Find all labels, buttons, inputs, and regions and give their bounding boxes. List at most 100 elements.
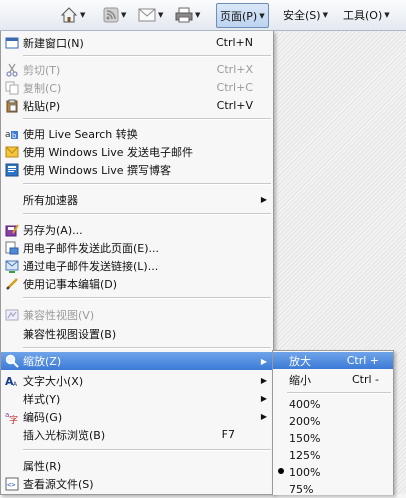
submenu-arrow-icon: ▶ [260, 356, 267, 366]
menu-item-view-source[interactable]: <> 查看源文件(S) [1, 475, 273, 492]
svg-text:b: b [12, 132, 17, 140]
menu-item-compatibility-view[interactable]: 兼容性视图(V) [1, 306, 273, 323]
menu-item-label: 文字大小(X) [23, 374, 84, 388]
shortcut-text: F7 [221, 428, 235, 441]
menu-item-paste[interactable]: 粘贴(P) Ctrl+V [1, 97, 273, 114]
view-source-icon: <> [5, 477, 19, 490]
menu-item-label: 400% [289, 398, 321, 411]
read-mail-button[interactable]: ▼ [138, 3, 163, 26]
menu-item-copy[interactable]: 复制(C) Ctrl+C [1, 79, 273, 96]
svg-text:a: a [5, 130, 11, 140]
home-icon [60, 6, 78, 22]
menu-item-label: 编码(G) [23, 410, 63, 424]
tools-menu-button[interactable]: 工具(O) ▼ [340, 3, 393, 26]
menu-item-label: 75% [289, 483, 314, 496]
print-button[interactable]: ▼ [175, 3, 200, 26]
svg-text:A: A [13, 381, 18, 388]
chevron-down-icon: ▼ [80, 10, 86, 19]
text-size-icon: AA [5, 375, 18, 388]
menu-item-label: 使用 Live Search 转换 [23, 127, 138, 141]
shortcut-text: Ctrl+N [215, 36, 253, 49]
svg-text:<>: <> [7, 481, 15, 489]
menu-item-live-blog[interactable]: 使用 Windows Live 撰写博客 [1, 161, 273, 178]
zoom-400-item[interactable]: 400% [273, 396, 393, 413]
command-bar: ▼ ▼ ▼ ▼ 页面(P) ▼ 安全(S) ▼ 工具(O) ▼ [0, 0, 406, 31]
email-page-icon [5, 241, 19, 254]
menu-separator [23, 347, 271, 349]
shortcut-text: Ctrl + [346, 354, 379, 367]
menu-item-label: 查看源文件(S) [23, 477, 94, 491]
shortcut-text: Ctrl+X [216, 63, 253, 76]
menu-item-label: 使用 Windows Live 撰写博客 [23, 163, 172, 177]
menu-item-live-email[interactable]: 使用 Windows Live 发送电子邮件 [1, 143, 273, 160]
menu-separator [23, 297, 271, 299]
menu-separator [23, 213, 271, 215]
menu-item-text-size[interactable]: AA 文字大小(X) ▶ [1, 372, 273, 389]
page-menu-button[interactable]: 页面(P) ▼ [216, 3, 269, 28]
scissors-icon [6, 63, 18, 77]
pencil-icon [6, 277, 18, 290]
windows-live-mail-icon [5, 146, 19, 157]
menu-item-caret-browsing[interactable]: 插入光标浏览(B) F7 [1, 426, 273, 443]
menu-item-label: 200% [289, 415, 321, 428]
menu-separator [23, 183, 271, 185]
new-window-icon [5, 37, 19, 48]
menu-item-save-as[interactable]: 另存为(A)... [1, 221, 273, 238]
shortcut-text: Ctrl+C [216, 81, 253, 94]
safety-menu-label: 安全(S) [283, 8, 321, 22]
feeds-button[interactable]: ▼ [103, 3, 126, 26]
menu-item-email-page[interactable]: 用电子邮件发送此页面(E)... [1, 239, 273, 256]
home-button[interactable]: ▼ [60, 3, 85, 26]
selected-bullet-icon [278, 468, 284, 474]
menu-item-compatibility-settings[interactable]: 兼容性视图设置(B) [1, 325, 273, 342]
menu-item-live-search-translate[interactable]: ab 使用 Live Search 转换 [1, 125, 273, 142]
menu-item-zoom[interactable]: 缩放(Z) ▶ [1, 352, 273, 370]
menu-item-label: 用电子邮件发送此页面(E)... [23, 241, 160, 255]
compatibility-view-icon [5, 309, 19, 320]
menu-separator [23, 118, 271, 120]
submenu-arrow-icon: ▶ [260, 376, 267, 385]
zoom-out-item[interactable]: 缩小 Ctrl - [273, 371, 393, 388]
copy-icon [5, 81, 19, 94]
menu-item-new-window[interactable]: 新建窗口(N) Ctrl+N [1, 34, 273, 51]
zoom-200-item[interactable]: 200% [273, 413, 393, 430]
menu-item-label: 样式(Y) [23, 392, 61, 406]
encoding-icon: a字 [5, 411, 18, 424]
menu-item-label: 属性(R) [23, 459, 62, 473]
zoom-75-item[interactable]: 75% [273, 481, 393, 498]
chevron-down-icon: ▼ [259, 11, 265, 20]
shortcut-text: Ctrl - [351, 373, 379, 386]
menu-item-label: 125% [289, 449, 321, 462]
chevron-down-icon: ▼ [322, 10, 328, 19]
submenu-arrow-icon: ▶ [260, 412, 267, 421]
mail-icon [138, 8, 156, 21]
menu-item-label: 所有加速器 [23, 193, 78, 207]
menu-item-all-accelerators[interactable]: 所有加速器 ▶ [1, 191, 273, 208]
safety-menu-button[interactable]: 安全(S) ▼ [280, 3, 331, 26]
menu-item-encoding[interactable]: a字 编码(G) ▶ [1, 408, 273, 425]
submenu-arrow-icon: ▶ [260, 394, 267, 403]
menu-item-label: 另存为(A)... [23, 223, 83, 237]
menu-item-label: 150% [289, 432, 321, 445]
paste-icon [6, 99, 18, 112]
menu-item-label: 兼容性视图(V) [23, 308, 95, 322]
menu-item-label: 缩放(Z) [23, 355, 62, 368]
zoom-150-item[interactable]: 150% [273, 430, 393, 447]
menu-separator [287, 392, 391, 394]
svg-text:字: 字 [9, 414, 18, 424]
chevron-down-icon: ▼ [121, 10, 127, 19]
zoom-125-item[interactable]: 125% [273, 447, 393, 464]
menu-item-edit-notepad[interactable]: 使用记事本编辑(D) [1, 275, 273, 292]
zoom-100-item[interactable]: 100% [273, 464, 393, 481]
menu-item-label: 使用记事本编辑(D) [23, 277, 118, 291]
menu-item-label: 兼容性视图设置(B) [23, 327, 117, 341]
menu-item-properties[interactable]: 属性(R) [1, 457, 273, 474]
menu-item-style[interactable]: 样式(Y) ▶ [1, 390, 273, 407]
menu-separator [23, 449, 271, 451]
printer-icon [175, 7, 193, 22]
menu-item-email-link[interactable]: 通过电子邮件发送链接(L)... [1, 257, 273, 274]
menu-item-cut[interactable]: 剪切(T) Ctrl+X [1, 61, 273, 78]
zoom-in-item[interactable]: 放大 Ctrl + [273, 352, 393, 369]
page-menu-label: 页面(P) [220, 9, 258, 23]
magnifier-icon [5, 354, 19, 368]
